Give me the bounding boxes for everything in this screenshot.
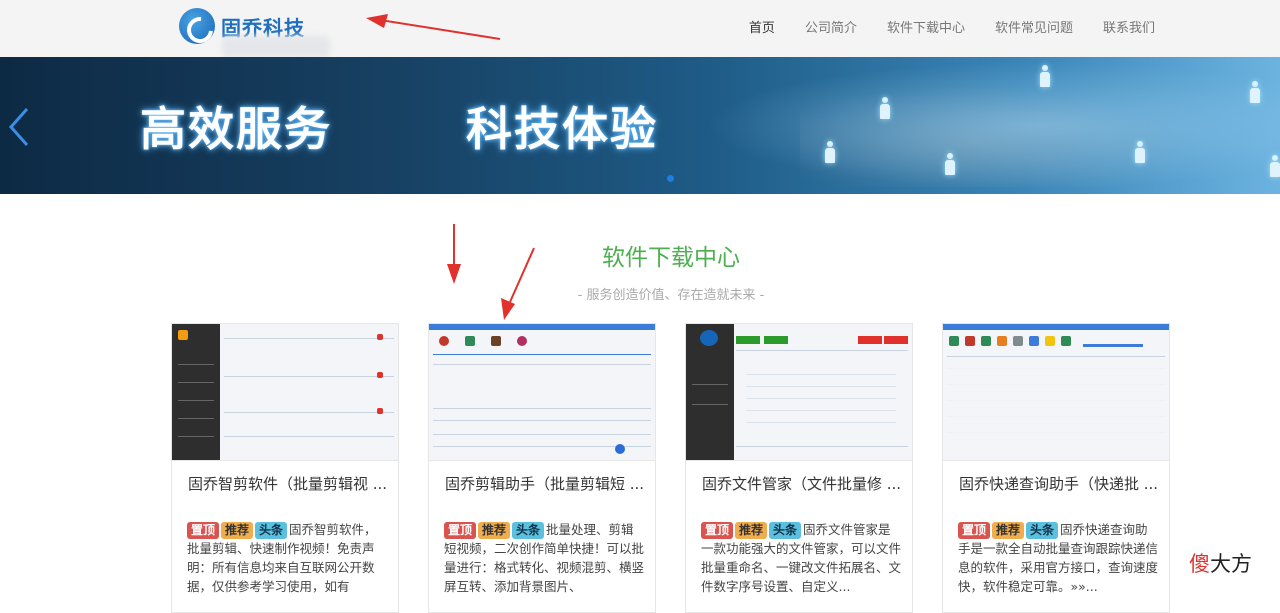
main-nav: 首页 公司简介 软件下载中心 软件常见问题 联系我们 <box>749 0 1155 52</box>
nav-software-download[interactable]: 软件下载中心 <box>887 17 965 36</box>
tag-recommended: 推荐 <box>478 522 511 539</box>
banner-headline-right: 科技体验 <box>466 102 658 156</box>
tag-recommended: 推荐 <box>735 522 768 539</box>
section-title: 软件下载中心 <box>602 245 740 271</box>
tag-headline: 头条 <box>1026 522 1059 539</box>
software-card[interactable]: 固乔文件管家（文件批量修 ... 置顶 推荐 头条 固乔文件管家是一款功能强大的文件管… <box>685 323 913 613</box>
blurred-region <box>222 36 330 58</box>
watermark: 傻大方 <box>1189 548 1252 578</box>
tag-recommended: 推荐 <box>992 522 1025 539</box>
annotation-arrow-icon <box>366 14 501 40</box>
person-icon <box>1040 65 1050 89</box>
software-screenshot[interactable] <box>172 324 398 461</box>
software-screenshot[interactable] <box>943 324 1169 461</box>
card-description: 置顶 推荐 头条 固乔快递查询助手是一款全自动批量查询跟踪快递信息的软件，采用官方接口… <box>958 520 1160 596</box>
carousel-dot[interactable] <box>667 175 674 182</box>
card-description: 置顶 推荐 头条 固乔智剪软件，批量剪辑、快速制作视频！免责声明：所有信息均来自互联网… <box>187 520 389 596</box>
software-card[interactable]: 固乔快递查询助手（快递批 ... 置顶 推荐 头条 固乔快递查询助手是一款全自动批量查… <box>942 323 1170 613</box>
card-description: 置顶 推荐 头条 批量处理、剪辑短视频，二次创作简单快捷！可以批量进行：格式转化、视频… <box>444 520 646 596</box>
card-title[interactable]: 固乔剪辑助手（批量剪辑短 ... <box>445 474 645 494</box>
person-icon <box>1135 141 1145 165</box>
person-icon <box>1270 155 1280 179</box>
nav-contact[interactable]: 联系我们 <box>1103 17 1155 36</box>
watermark-part1: 傻 <box>1189 552 1210 576</box>
card-title[interactable]: 固乔智剪软件（批量剪辑视 ... <box>188 474 388 494</box>
chevron-left-icon[interactable] <box>5 105 37 149</box>
person-icon <box>825 141 835 165</box>
tag-recommended: 推荐 <box>221 522 254 539</box>
nav-faq[interactable]: 软件常见问题 <box>995 17 1073 36</box>
nav-company-intro[interactable]: 公司简介 <box>805 17 857 36</box>
tag-top: 置顶 <box>444 522 477 539</box>
nav-home[interactable]: 首页 <box>749 17 775 36</box>
watermark-part2: 大方 <box>1210 552 1252 576</box>
section-subtitle: - 服务创造价值、存在造就未来 - <box>577 288 765 303</box>
hero-banner: 高效服务 科技体验 <box>0 57 1280 194</box>
card-title[interactable]: 固乔快递查询助手（快递批 ... <box>959 474 1159 494</box>
card-description: 置顶 推荐 头条 固乔文件管家是一款功能强大的文件管家，可以文件批量重命名、一键改文件… <box>701 520 903 596</box>
site-header: 固乔科技 首页 公司简介 软件下载中心 软件常见问题 联系我们 <box>0 0 1280 58</box>
person-icon <box>945 153 955 177</box>
card-title[interactable]: 固乔文件管家（文件批量修 ... <box>702 474 902 494</box>
tag-headline: 头条 <box>769 522 802 539</box>
software-card[interactable]: 固乔剪辑助手（批量剪辑短 ... 置顶 推荐 头条 批量处理、剪辑短视频，二次创作简单… <box>428 323 656 613</box>
tag-top: 置顶 <box>187 522 220 539</box>
software-screenshot[interactable] <box>686 324 912 461</box>
software-screenshot[interactable] <box>429 324 655 461</box>
software-card[interactable]: 固乔智剪软件（批量剪辑视 ... 置顶 推荐 头条 固乔智剪软件，批量剪辑、快速制作视… <box>171 323 399 613</box>
person-icon <box>880 97 890 121</box>
banner-headline-left: 高效服务 <box>140 102 332 156</box>
tag-headline: 头条 <box>512 522 545 539</box>
banner-glow <box>680 57 1280 194</box>
tag-top: 置顶 <box>958 522 991 539</box>
tag-headline: 头条 <box>255 522 288 539</box>
person-icon <box>1250 81 1260 105</box>
tag-top: 置顶 <box>701 522 734 539</box>
logo-icon <box>179 8 215 44</box>
